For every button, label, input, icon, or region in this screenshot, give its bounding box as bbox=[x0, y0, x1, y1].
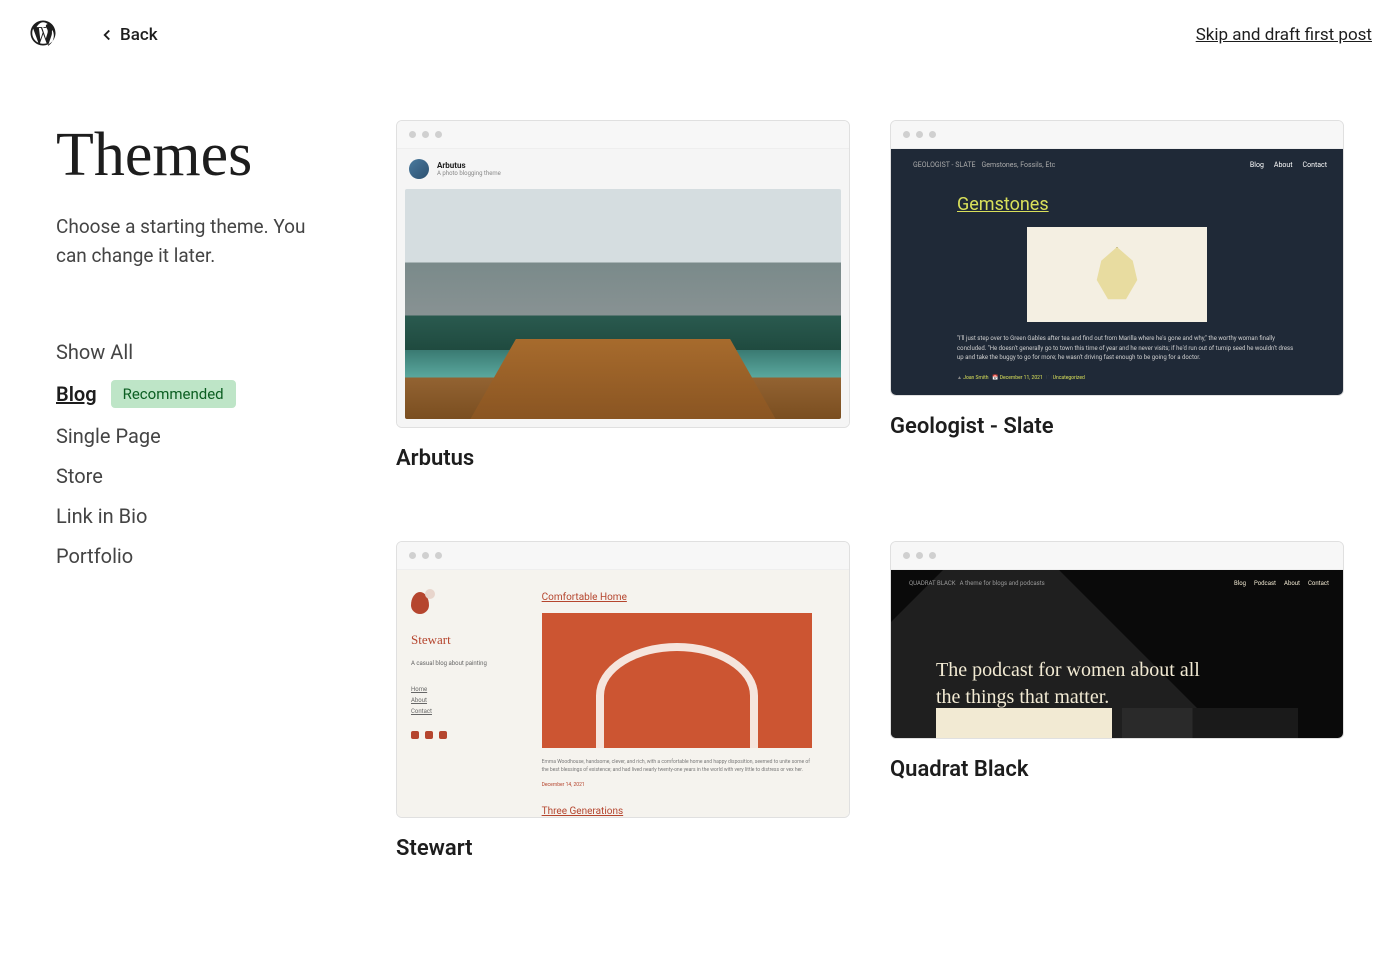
preview-tagline: A casual blog about painting bbox=[411, 660, 528, 667]
theme-name: Stewart bbox=[396, 836, 850, 861]
skip-link[interactable]: Skip and draft first post bbox=[1196, 25, 1372, 45]
browser-dot-icon bbox=[422, 131, 429, 138]
browser-bar bbox=[891, 121, 1343, 149]
logo-icon bbox=[411, 592, 429, 614]
preview-nav: Home About Contact bbox=[411, 685, 528, 717]
browser-frame: QUADRAT BLACKA theme for blogs and podca… bbox=[890, 541, 1344, 739]
browser-dot-icon bbox=[422, 552, 429, 559]
theme-preview: GEOLOGIST - SLATEGemstones, Fossils, Etc… bbox=[891, 149, 1343, 395]
preview-post-title: Comfortable Home bbox=[542, 592, 829, 603]
sidebar: Themes Choose a starting theme. You can … bbox=[56, 120, 316, 861]
preview-nav-links: Blog Podcast About Contact bbox=[1234, 580, 1329, 587]
preview-site-title: Arbutus bbox=[437, 161, 501, 170]
theme-name: Arbutus bbox=[396, 446, 850, 471]
preview-excerpt: Emma Woodhouse, handsome, clever, and ri… bbox=[542, 758, 812, 774]
browser-dot-icon bbox=[903, 552, 910, 559]
browser-dot-icon bbox=[409, 552, 416, 559]
browser-bar bbox=[397, 121, 849, 149]
chevron-left-icon bbox=[98, 26, 116, 44]
boat-shape bbox=[470, 339, 775, 420]
category-store[interactable]: Store bbox=[56, 464, 316, 488]
thumbnail bbox=[936, 708, 1112, 738]
page-subtitle: Choose a starting theme. You can change … bbox=[56, 213, 316, 270]
preview-excerpt: "I'll just step over to Green Gables aft… bbox=[957, 334, 1297, 363]
category-portfolio[interactable]: Portfolio bbox=[56, 544, 316, 568]
gemstone-icon bbox=[1095, 247, 1140, 302]
browser-dot-icon bbox=[929, 131, 936, 138]
preview-brand: QUADRAT BLACKA theme for blogs and podca… bbox=[905, 580, 1045, 587]
preview-site-tagline: A photo blogging theme bbox=[437, 170, 501, 177]
preview-artwork bbox=[542, 613, 812, 748]
recommended-badge: Recommended bbox=[111, 380, 236, 408]
browser-dot-icon bbox=[903, 131, 910, 138]
social-icons bbox=[411, 731, 528, 739]
browser-dot-icon bbox=[929, 552, 936, 559]
browser-frame: Stewart A casual blog about painting Hom… bbox=[396, 541, 850, 818]
theme-card-stewart[interactable]: Stewart A casual blog about painting Hom… bbox=[396, 541, 850, 861]
preview-sidebar: Stewart A casual blog about painting Hom… bbox=[397, 570, 542, 817]
theme-preview: QUADRAT BLACKA theme for blogs and podca… bbox=[891, 570, 1343, 738]
preview-post-title: Gemstones bbox=[957, 194, 1327, 215]
browser-dot-icon bbox=[409, 131, 416, 138]
theme-name: Geologist - Slate bbox=[890, 414, 1344, 439]
preview-brand: GEOLOGIST - SLATEGemstones, Fossils, Etc bbox=[907, 161, 1055, 169]
browser-bar bbox=[397, 542, 849, 570]
twitter-icon bbox=[411, 731, 419, 739]
category-link-in-bio[interactable]: Link in Bio bbox=[56, 504, 316, 528]
preview-next-post: Three Generations bbox=[542, 806, 829, 817]
category-show-all[interactable]: Show All bbox=[56, 340, 316, 364]
category-label: Show All bbox=[56, 340, 133, 364]
preview-thumbnails bbox=[891, 708, 1343, 738]
category-label: Link in Bio bbox=[56, 504, 147, 528]
facebook-icon bbox=[425, 731, 433, 739]
theme-name: Quadrat Black bbox=[890, 757, 1344, 782]
back-label: Back bbox=[120, 25, 158, 45]
app-header: Back Skip and draft first post bbox=[0, 0, 1400, 70]
browser-dot-icon bbox=[435, 552, 442, 559]
category-label: Store bbox=[56, 464, 103, 488]
browser-dot-icon bbox=[916, 131, 923, 138]
theme-preview: Arbutus A photo blogging theme bbox=[397, 149, 849, 427]
thumbnail bbox=[1122, 708, 1298, 738]
theme-preview: Stewart A casual blog about painting Hom… bbox=[397, 570, 849, 817]
page-title: Themes bbox=[56, 120, 316, 191]
preview-hero-image bbox=[405, 189, 841, 419]
category-blog[interactable]: Blog Recommended bbox=[56, 380, 316, 408]
browser-frame: GEOLOGIST - SLATEGemstones, Fossils, Etc… bbox=[890, 120, 1344, 396]
category-label: Blog bbox=[56, 382, 97, 406]
arch-shape bbox=[596, 643, 758, 748]
back-button[interactable]: Back bbox=[98, 25, 158, 45]
preview-nav-links: Blog About Contact bbox=[1250, 161, 1327, 169]
theme-grid: Arbutus A photo blogging theme Arbutus bbox=[396, 120, 1344, 861]
category-label: Single Page bbox=[56, 424, 161, 448]
preview-figure bbox=[1027, 227, 1207, 322]
preview-header: Arbutus A photo blogging theme bbox=[397, 149, 849, 189]
preview-meta: ▲ Joan Smith 📅 December 11, 2021 🗀 Uncat… bbox=[957, 375, 1327, 383]
category-label: Portfolio bbox=[56, 544, 133, 568]
header-left: Back bbox=[28, 18, 158, 52]
preview-nav: GEOLOGIST - SLATEGemstones, Fossils, Etc… bbox=[907, 161, 1327, 169]
instagram-icon bbox=[439, 731, 447, 739]
avatar-icon bbox=[409, 159, 429, 179]
wordpress-logo-icon[interactable] bbox=[28, 18, 58, 52]
browser-dot-icon bbox=[916, 552, 923, 559]
preview-date: December 14, 2021 bbox=[542, 782, 829, 788]
category-single-page[interactable]: Single Page bbox=[56, 424, 316, 448]
preview-nav: QUADRAT BLACKA theme for blogs and podca… bbox=[891, 570, 1343, 597]
theme-card-arbutus[interactable]: Arbutus A photo blogging theme Arbutus bbox=[396, 120, 850, 471]
category-list: Show All Blog Recommended Single Page St… bbox=[56, 340, 316, 568]
main-content: Themes Choose a starting theme. You can … bbox=[0, 70, 1400, 901]
preview-brand: Stewart bbox=[411, 632, 528, 648]
preview-main: Comfortable Home Emma Woodhouse, handsom… bbox=[542, 570, 849, 817]
browser-dot-icon bbox=[435, 131, 442, 138]
browser-bar bbox=[891, 542, 1343, 570]
theme-card-quadrat-black[interactable]: QUADRAT BLACKA theme for blogs and podca… bbox=[890, 541, 1344, 861]
browser-frame: Arbutus A photo blogging theme bbox=[396, 120, 850, 428]
theme-card-geologist-slate[interactable]: GEOLOGIST - SLATEGemstones, Fossils, Etc… bbox=[890, 120, 1344, 471]
